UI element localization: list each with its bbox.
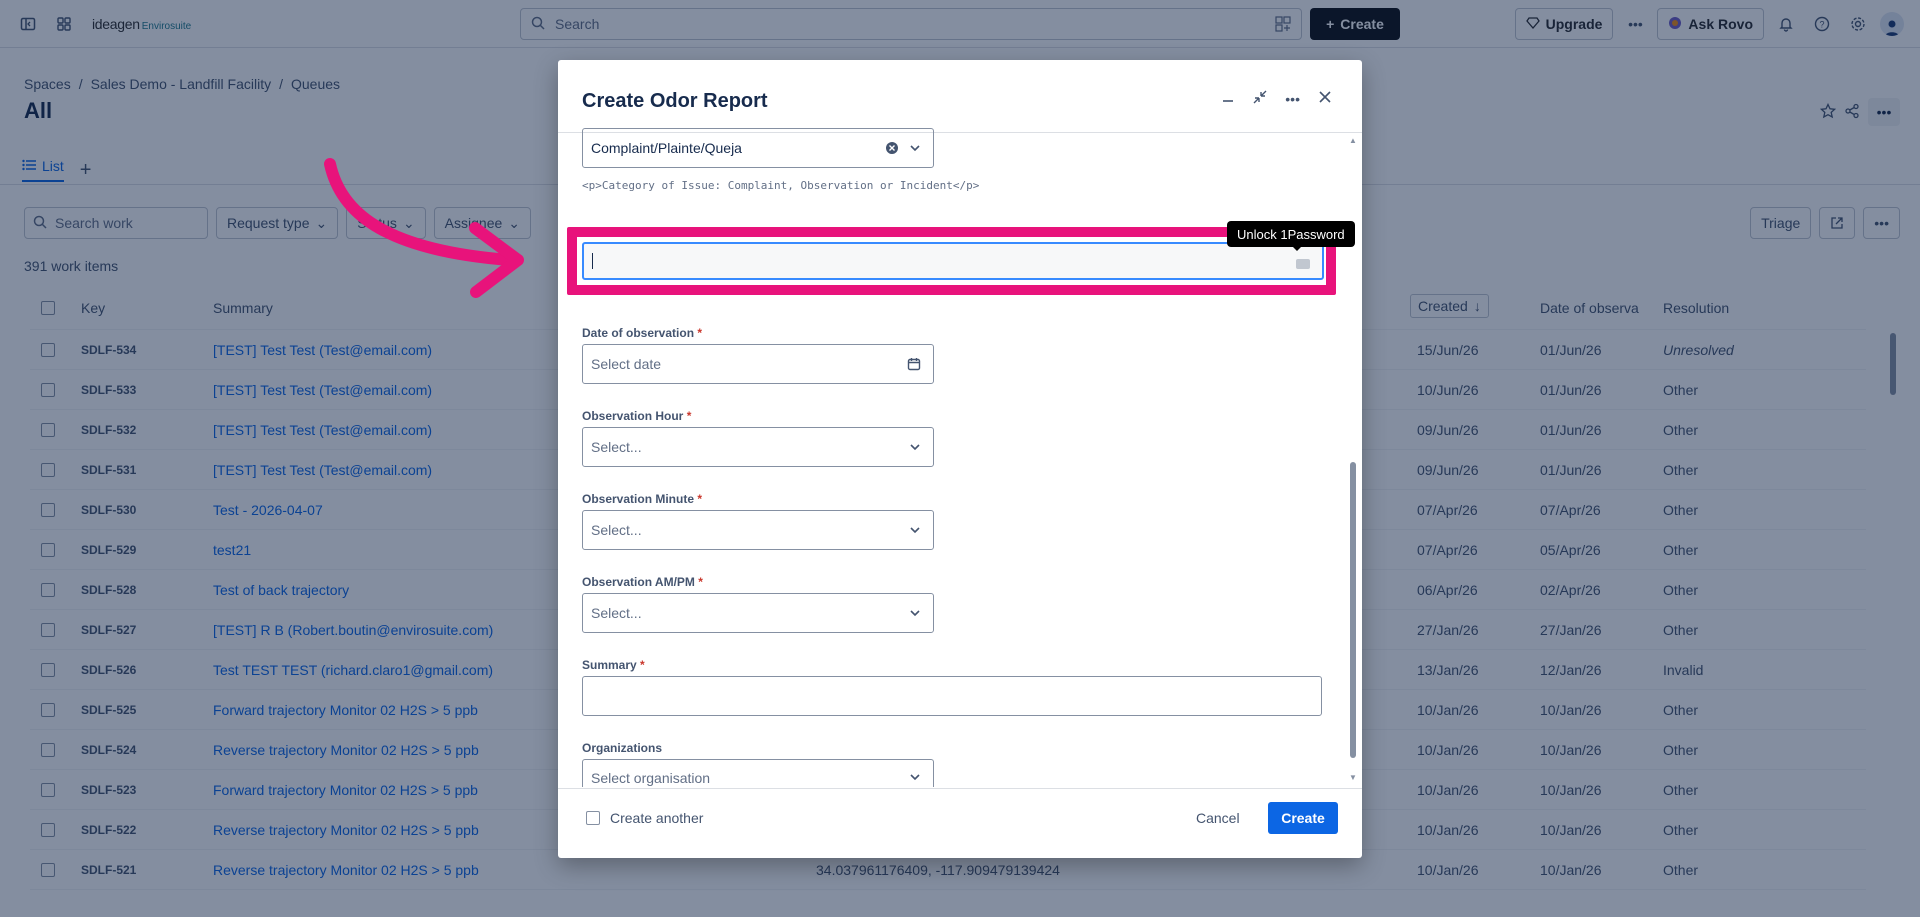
minimize-icon[interactable] <box>1221 90 1235 107</box>
required-marker: * <box>640 658 645 672</box>
category-select[interactable]: Complaint/Plainte/Queja <box>582 128 934 168</box>
cancel-button[interactable]: Cancel <box>1184 802 1252 834</box>
scroll-up-icon[interactable]: ▲ <box>1349 136 1357 145</box>
date-placeholder: Select date <box>591 356 662 372</box>
observation-minute-placeholder: Select... <box>591 522 642 538</box>
scroll-down-icon[interactable]: ▼ <box>1349 773 1357 782</box>
tooltip-pointer <box>1292 246 1302 251</box>
observation-ampm-select[interactable]: Select... <box>582 593 934 633</box>
close-icon[interactable] <box>1318 90 1332 107</box>
chevron-down-icon <box>909 141 921 157</box>
organizations-label: Organizations <box>582 741 663 755</box>
chevron-down-icon <box>909 523 921 539</box>
create-submit-button[interactable]: Create <box>1268 802 1338 834</box>
modal-title: Create Odor Report <box>582 90 768 112</box>
modal-more-icon[interactable]: ••• <box>1285 91 1300 107</box>
date-observation-picker[interactable]: Select date <box>582 344 934 384</box>
required-marker: * <box>686 409 692 423</box>
create-odor-report-dialog: Create Odor Report ••• Complaint/Plainte… <box>558 60 1362 858</box>
summary-label: Summary * <box>582 658 645 672</box>
observation-ampm-placeholder: Select... <box>591 605 642 621</box>
category-helper-text: <p>Category of Issue: Complaint, Observa… <box>582 179 980 192</box>
required-marker: * <box>697 326 703 340</box>
create-another-checkbox[interactable] <box>586 811 600 825</box>
unlock-1password-tooltip: Unlock 1Password <box>1227 221 1355 247</box>
observation-minute-select[interactable]: Select... <box>582 510 934 550</box>
observation-ampm-label: Observation AM/PM * <box>582 575 703 589</box>
observation-minute-label-text: Observation Minute <box>582 492 695 506</box>
chevron-down-icon <box>909 606 921 622</box>
observation-minute-label: Observation Minute * <box>582 492 702 506</box>
modal-footer-divider <box>558 788 1362 789</box>
category-selected-value: Complaint/Plainte/Queja <box>591 140 742 156</box>
chevron-down-icon <box>909 770 921 786</box>
observation-hour-label: Observation Hour * <box>582 409 691 423</box>
modal-scrollbar-thumb[interactable] <box>1350 462 1356 758</box>
observation-hour-label-text: Observation Hour <box>582 409 684 423</box>
calendar-icon[interactable] <box>907 357 921 374</box>
organizations-placeholder: Select organisation <box>591 770 711 786</box>
chevron-down-icon <box>909 440 921 456</box>
observation-hour-select[interactable]: Select... <box>582 427 934 467</box>
collapse-icon[interactable] <box>1253 90 1267 107</box>
create-another-toggle[interactable]: Create another <box>586 810 703 826</box>
required-marker: * <box>698 575 703 589</box>
required-marker: * <box>697 492 703 506</box>
organizations-select[interactable]: Select organisation <box>582 759 934 787</box>
observation-ampm-label-text: Observation AM/PM <box>582 575 695 589</box>
annotation-arrow-icon <box>324 158 524 298</box>
clear-icon[interactable] <box>885 141 899 158</box>
summary-label-text: Summary <box>582 658 637 672</box>
date-observation-label: Date of observation * <box>582 326 702 340</box>
create-another-label: Create another <box>610 810 704 826</box>
observation-hour-placeholder: Select... <box>591 439 642 455</box>
date-observation-label-text: Date of observation <box>582 326 695 340</box>
annotation-highlight-box <box>567 227 1336 295</box>
summary-input[interactable] <box>582 676 1322 716</box>
